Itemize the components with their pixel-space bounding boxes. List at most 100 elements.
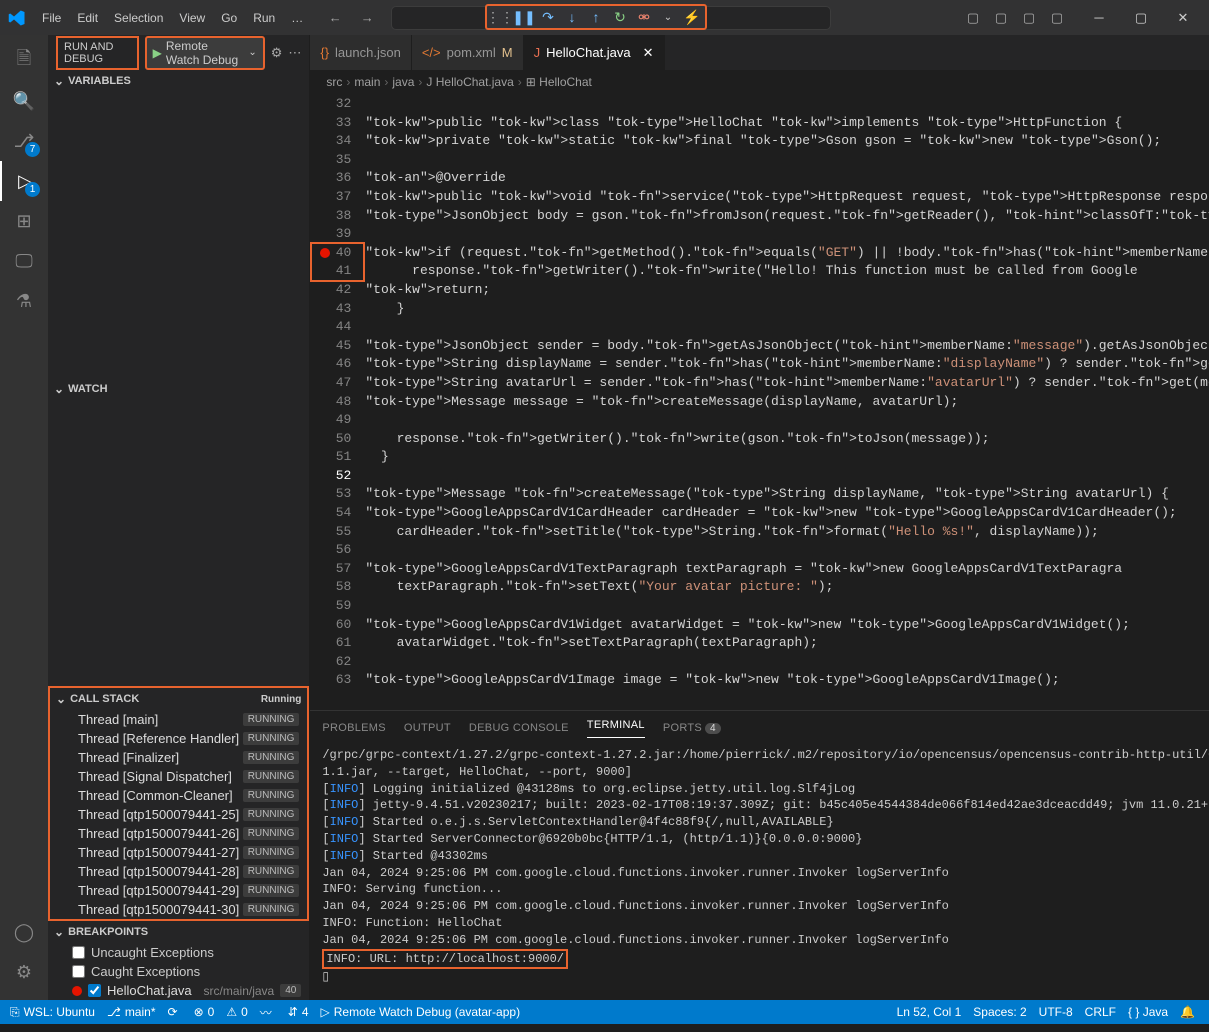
status-branch[interactable]: ⎇main*: [101, 1004, 162, 1021]
activity-run-debug[interactable]: ▷1: [0, 161, 48, 201]
code-line[interactable]: "tok-type">Message "tok-fn">createMessag…: [365, 486, 1209, 505]
line-number[interactable]: 53: [310, 486, 365, 505]
breadcrumb-item[interactable]: src: [326, 75, 342, 89]
status-item[interactable]: UTF-8: [1033, 1005, 1079, 1019]
line-number[interactable]: 58: [310, 579, 365, 598]
breakpoint-uncaught[interactable]: Uncaught Exceptions: [48, 943, 309, 962]
callstack-section-header[interactable]: ⌄ CALL STACK Running: [50, 688, 307, 710]
code-line[interactable]: [365, 152, 1209, 171]
line-number[interactable]: 43: [310, 301, 365, 320]
line-number[interactable]: 47: [310, 375, 365, 394]
step-over-icon[interactable]: ↷: [539, 8, 557, 26]
tab-HelloChat-java[interactable]: J HelloChat.java ✕: [524, 35, 665, 70]
code-line[interactable]: [365, 654, 1209, 673]
line-number[interactable]: 56: [310, 542, 365, 561]
breadcrumb[interactable]: src›main›java›J HelloChat.java›⊞ HelloCh…: [310, 70, 1209, 94]
menu-file[interactable]: File: [34, 7, 69, 29]
status-item[interactable]: { } Java: [1122, 1005, 1174, 1019]
thread-row[interactable]: Thread [Common-Cleaner]RUNNING: [50, 786, 307, 805]
panel-tab-debug-console[interactable]: DEBUG CONSOLE: [469, 722, 569, 734]
terminal-output[interactable]: /grpc/grpc-context/1.27.2/grpc-context-1…: [310, 745, 1209, 1000]
activity-accounts[interactable]: ◯: [0, 912, 48, 952]
code-line[interactable]: "tok-type">String avatarUrl = sender."to…: [365, 375, 1209, 394]
line-number[interactable]: 36: [310, 170, 365, 189]
line-number[interactable]: 57: [310, 561, 365, 580]
variables-section-header[interactable]: ⌄ VARIABLES: [48, 70, 309, 92]
line-number[interactable]: 54: [310, 505, 365, 524]
step-into-icon[interactable]: ↓: [563, 8, 581, 26]
breakpoint-caught[interactable]: Caught Exceptions: [48, 962, 309, 981]
menu-selection[interactable]: Selection: [106, 7, 171, 29]
code-line[interactable]: textParagraph."tok-fn">setText("Your ava…: [365, 579, 1209, 598]
line-number[interactable]: 42: [310, 282, 365, 301]
activity-explorer[interactable]: 🗎: [0, 41, 48, 81]
panel-tab-output[interactable]: OUTPUT: [404, 722, 451, 734]
line-number[interactable]: 46: [310, 356, 365, 375]
activity-testing[interactable]: ⚗: [0, 281, 48, 321]
bp-file-checkbox[interactable]: [88, 984, 101, 997]
line-number[interactable]: 51: [310, 449, 365, 468]
menu-go[interactable]: Go: [213, 7, 245, 29]
caught-checkbox[interactable]: [72, 965, 85, 978]
code-line[interactable]: "tok-kw">if (request."tok-fn">getMethod(…: [365, 245, 1209, 264]
status-item[interactable]: Spaces: 2: [967, 1005, 1032, 1019]
thread-row[interactable]: Thread [qtp1500079441-26]RUNNING: [50, 824, 307, 843]
line-number[interactable]: 38: [310, 208, 365, 227]
code-line[interactable]: "tok-type">GoogleAppsCardV1TextParagraph…: [365, 561, 1209, 580]
line-number[interactable]: 33: [310, 115, 365, 134]
breakpoint-file[interactable]: HelloChat.java src/main/java 40: [48, 981, 309, 1000]
status-error[interactable]: ⊗0: [188, 1004, 221, 1021]
code-line[interactable]: "tok-an">@Override: [365, 170, 1209, 189]
status-debug[interactable]: ▷Remote Watch Debug (avatar-app): [315, 1004, 527, 1021]
layout-panel-bottom-icon[interactable]: ▢: [989, 6, 1013, 30]
thread-row[interactable]: Thread [main]RUNNING: [50, 710, 307, 729]
panel-tab-terminal[interactable]: TERMINAL: [587, 719, 645, 738]
line-number[interactable]: 44: [310, 319, 365, 338]
line-number[interactable]: 50: [310, 431, 365, 450]
status-item[interactable]: CRLF: [1079, 1005, 1122, 1019]
menu-run[interactable]: Run: [245, 7, 283, 29]
code-line[interactable]: avatarWidget."tok-fn">setTextParagraph(t…: [365, 635, 1209, 654]
code-line[interactable]: }: [365, 449, 1209, 468]
line-number[interactable]: 60: [310, 617, 365, 636]
gear-icon[interactable]: ⚙: [271, 45, 283, 61]
status-sync[interactable]: ⟳: [162, 1004, 188, 1021]
code-line[interactable]: "tok-type">GoogleAppsCardV1CardHeader ca…: [365, 505, 1209, 524]
code-line[interactable]: "tok-type">JsonObject body = gson."tok-f…: [365, 208, 1209, 227]
nav-fwd-icon[interactable]: →: [355, 6, 379, 30]
hot-code-icon[interactable]: ⚡: [683, 8, 701, 26]
code-line[interactable]: "tok-kw">public "tok-kw">void "tok-fn">s…: [365, 189, 1209, 208]
tab-pom-xml[interactable]: </> pom.xml M: [412, 35, 524, 70]
line-number[interactable]: 45: [310, 338, 365, 357]
debug-config-selector[interactable]: ▶ Remote Watch Debug ⌄: [145, 36, 265, 70]
code-line[interactable]: "tok-kw">public "tok-kw">class "tok-type…: [365, 115, 1209, 134]
step-out-icon[interactable]: ↑: [587, 8, 605, 26]
code-line[interactable]: [365, 412, 1209, 431]
activity-extensions[interactable]: ⊞: [0, 201, 48, 241]
activity-search[interactable]: 🔍: [0, 81, 48, 121]
status-remote[interactable]: ⎘WSL: Ubuntu: [4, 1004, 101, 1021]
status-wave[interactable]: 〰: [254, 1004, 282, 1021]
status-bell[interactable]: 🔔: [1174, 1005, 1205, 1019]
code-line[interactable]: "tok-kw">return;: [365, 282, 1209, 301]
thread-row[interactable]: Thread [Reference Handler]RUNNING: [50, 729, 307, 748]
line-number[interactable]: 32: [310, 96, 365, 115]
code-editor[interactable]: 3233343536373839404142434445464748495051…: [310, 94, 1209, 710]
code-line[interactable]: "tok-type">JsonObject sender = body."tok…: [365, 338, 1209, 357]
layout-panel-left-icon[interactable]: ▢: [961, 6, 985, 30]
code-line[interactable]: }: [365, 301, 1209, 320]
code-line[interactable]: "tok-type">Message message = "tok-fn">cr…: [365, 394, 1209, 413]
status-warning[interactable]: ⚠0: [220, 1004, 253, 1021]
status-item[interactable]: Ln 52, Col 1: [891, 1005, 968, 1019]
code-line[interactable]: cardHeader."tok-fn">setTitle("tok-type">…: [365, 524, 1209, 543]
code-line[interactable]: response."tok-fn">getWriter()."tok-fn">w…: [365, 431, 1209, 450]
line-number[interactable]: 63: [310, 672, 365, 691]
menu-edit[interactable]: Edit: [69, 7, 106, 29]
code-line[interactable]: "tok-type">GoogleAppsCardV1Image image =…: [365, 672, 1209, 691]
panel-tab-problems[interactable]: PROBLEMS: [322, 722, 386, 734]
thread-row[interactable]: Thread [qtp1500079441-25]RUNNING: [50, 805, 307, 824]
line-number[interactable]: 49: [310, 412, 365, 431]
thread-row[interactable]: Thread [qtp1500079441-27]RUNNING: [50, 843, 307, 862]
menu-…[interactable]: …: [283, 7, 311, 29]
line-number[interactable]: 48: [310, 394, 365, 413]
